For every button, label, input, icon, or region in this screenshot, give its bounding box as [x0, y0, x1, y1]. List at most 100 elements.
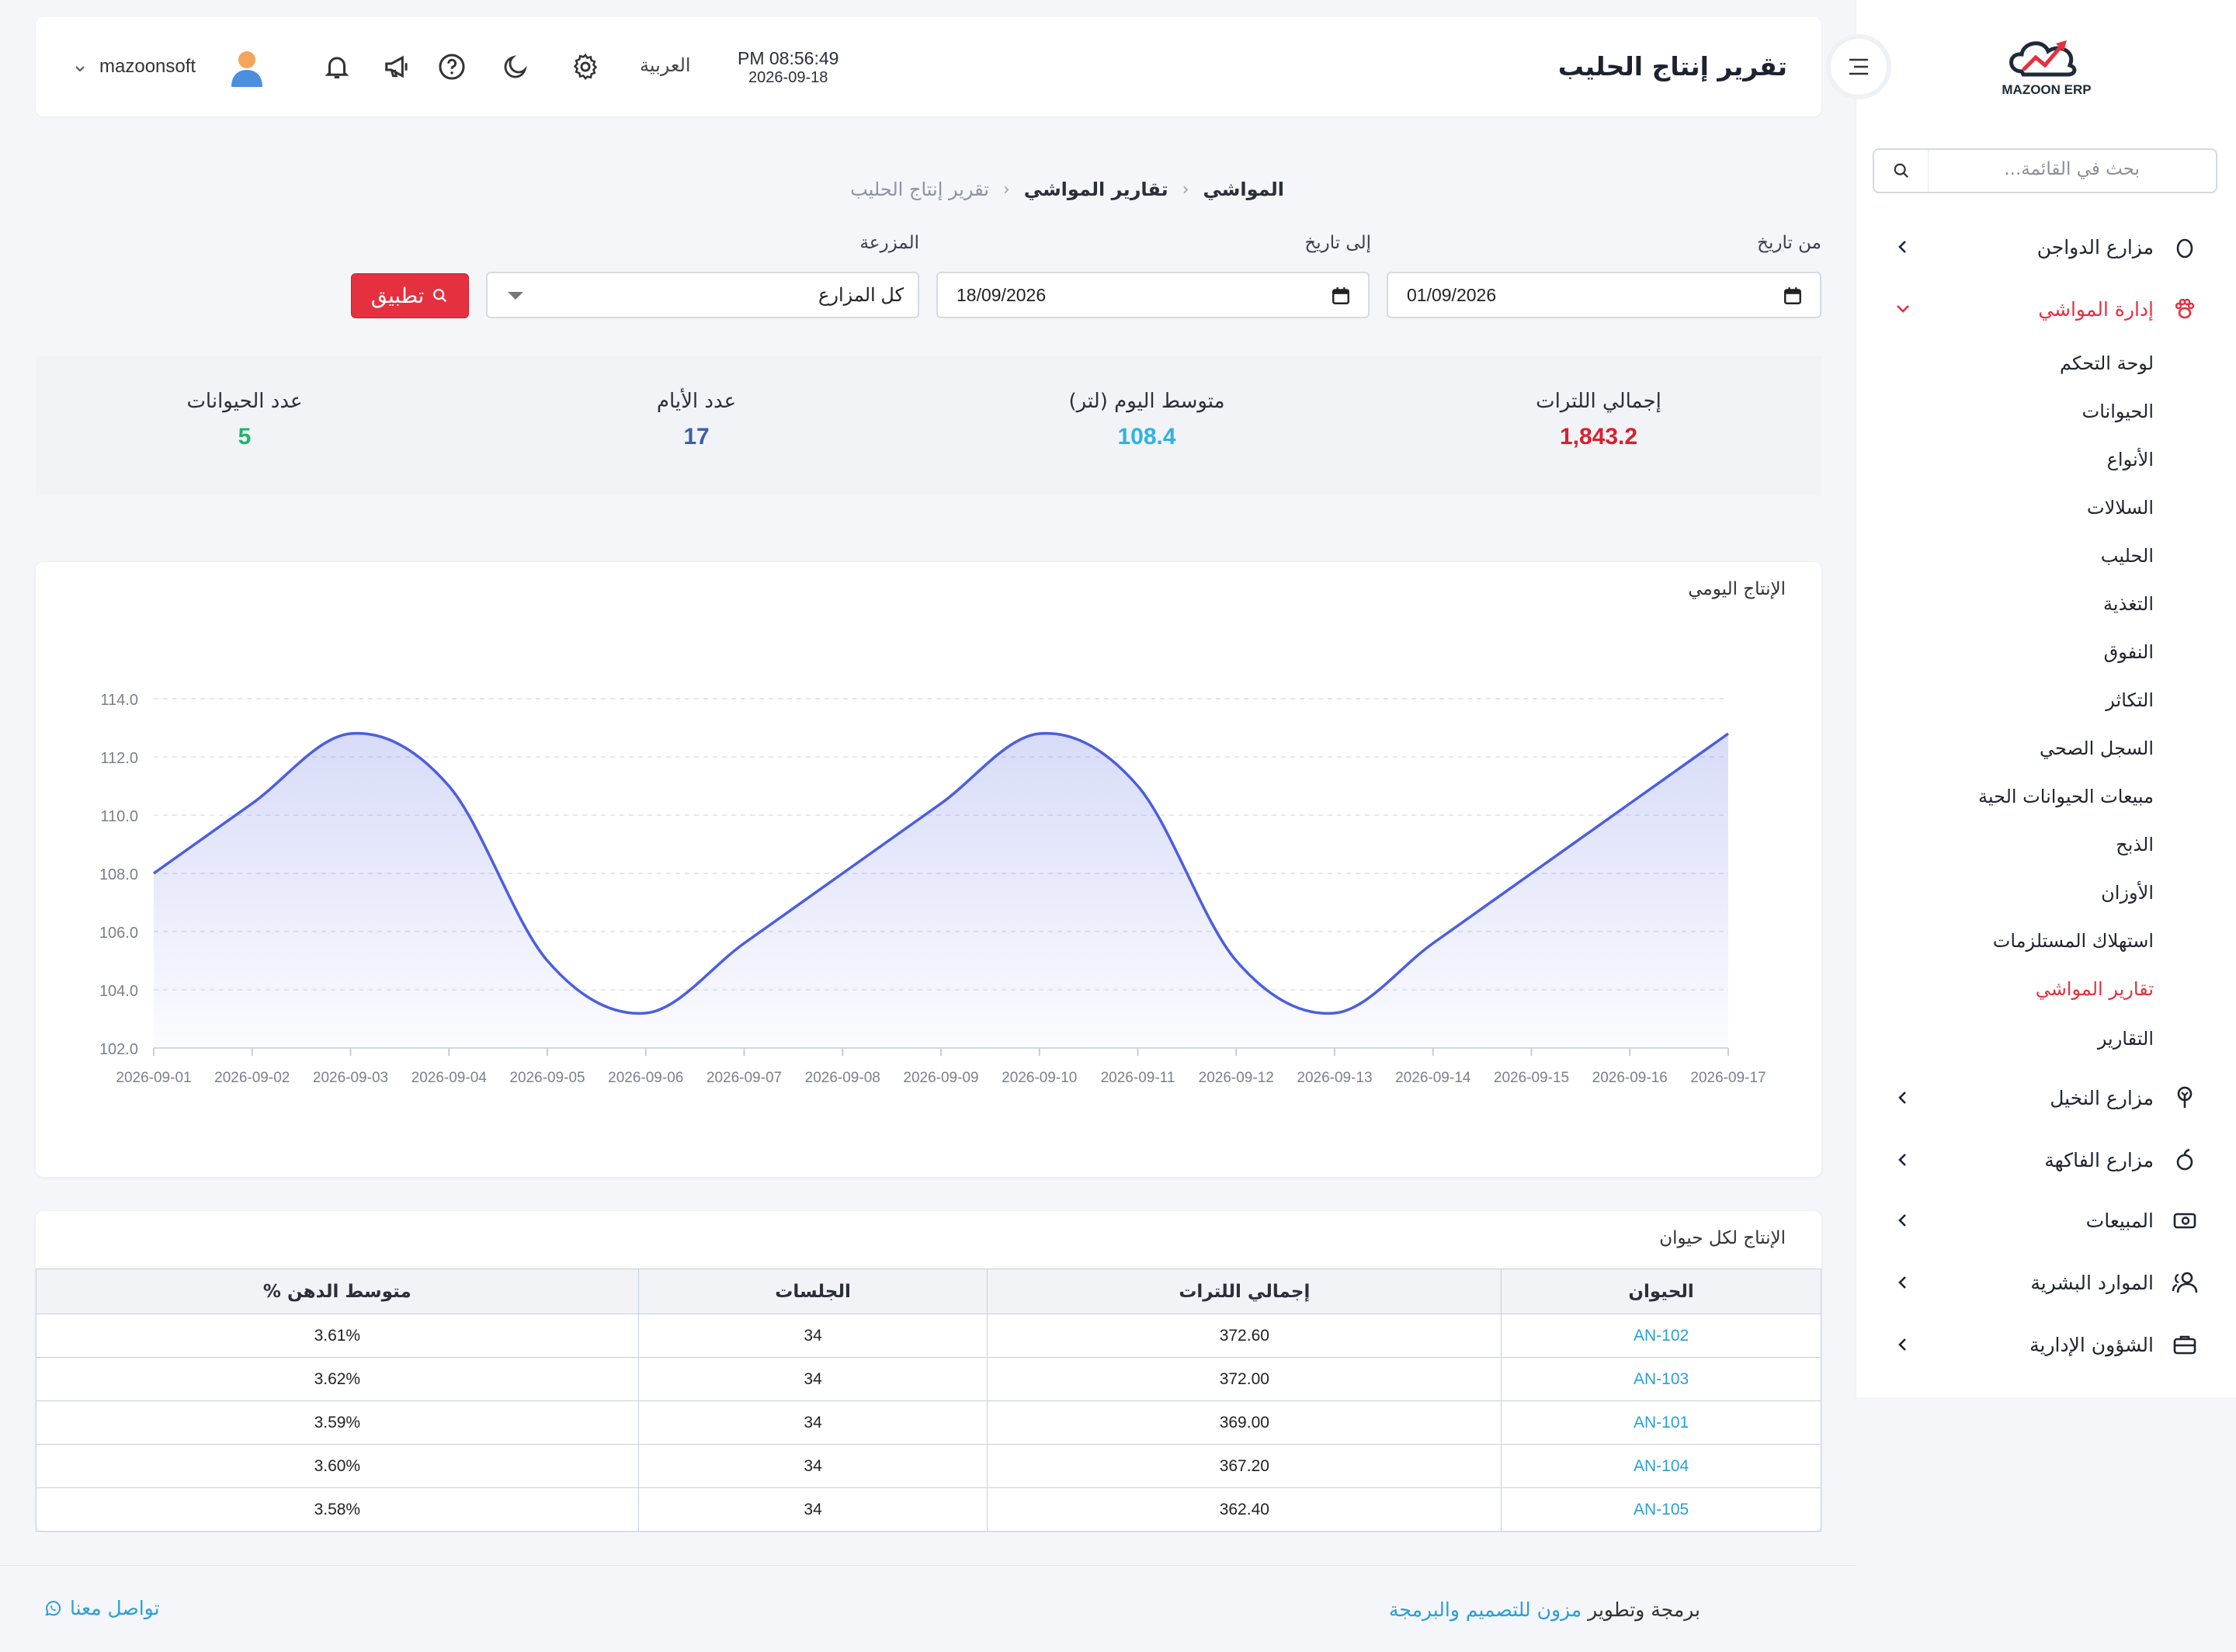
sidebar-sub-supplies[interactable]: استهلاك المستلزمات [1993, 930, 2154, 952]
data-point[interactable] [545, 959, 550, 963]
data-point[interactable] [1332, 1011, 1337, 1015]
animal-id-link[interactable]: AN-103 [1501, 1357, 1821, 1401]
avg-fat-cell: 3.60% [36, 1444, 639, 1488]
x-tick-label: 2026-09-17 [1690, 1070, 1766, 1086]
sidebar-sub-deaths[interactable]: النفوق [2104, 641, 2154, 663]
data-point[interactable] [1726, 731, 1731, 736]
search-icon[interactable] [1874, 150, 1929, 192]
gear-icon[interactable] [568, 50, 602, 84]
sidebar-sub-feeding[interactable]: التغذية [2103, 593, 2154, 615]
sidebar-item-poultry[interactable]: مزارع الدواجن [1856, 225, 2236, 269]
sidebar: MAZOON ERP بحث في القائمة... مزارع الدوا… [1856, 0, 2236, 1397]
clock-date: 2026-09-18 [748, 69, 828, 86]
total-liters-cell: 369.00 [987, 1400, 1502, 1445]
sidebar-sub-health[interactable]: السجل الصحي [2040, 738, 2154, 759]
company-link[interactable]: مزون للتصميم والبرمجة [1389, 1598, 1582, 1621]
col-animal[interactable]: الحيوان [1501, 1268, 1821, 1314]
col-total-liters[interactable]: إجمالي اللترات [987, 1268, 1502, 1314]
sidebar-sub-dashboard[interactable]: لوحة التحكم [2060, 352, 2154, 374]
data-point[interactable] [644, 1011, 648, 1015]
x-tick-label: 2026-09-15 [1494, 1070, 1569, 1086]
x-tick-label: 2026-09-16 [1592, 1070, 1668, 1086]
avatar[interactable] [228, 48, 266, 88]
sidebar-sub-breeding[interactable]: التكاثر [2106, 689, 2154, 711]
x-tick-label: 2026-09-14 [1395, 1070, 1471, 1086]
data-point[interactable] [939, 801, 943, 806]
breadcrumb-livestock[interactable]: المواشي [1203, 179, 1284, 200]
sidebar-item-fruit[interactable]: مزارع الفاكهة [1856, 1138, 2236, 1182]
y-tick-label: 112.0 [100, 750, 138, 767]
data-point[interactable] [742, 941, 747, 946]
sessions-cell: 34 [637, 1400, 988, 1445]
farm-select[interactable]: كل المزارع [486, 272, 919, 318]
username[interactable]: mazoonsoft [99, 56, 196, 78]
contact-link[interactable]: تواصل معنا [43, 1597, 160, 1619]
moon-icon[interactable] [498, 50, 533, 84]
logo[interactable]: MAZOON ERP [2000, 34, 2093, 104]
logo-text: MAZOON ERP [2002, 82, 2092, 97]
col-sessions[interactable]: الجلسات [637, 1268, 988, 1314]
sidebar-item-sales[interactable]: المبيعات [1856, 1199, 2236, 1242]
stat-days-count: عدد الأيام 17 [656, 390, 737, 449]
col-avg-fat[interactable]: متوسط الدهن % [36, 1268, 639, 1314]
chevron-down-icon[interactable] [75, 61, 85, 77]
sidebar-sub-milk[interactable]: الحليب [2101, 545, 2154, 567]
search-input[interactable]: بحث في القائمة... [1938, 159, 2140, 179]
apply-button[interactable]: تطبيق [351, 273, 469, 318]
data-point[interactable] [1431, 941, 1436, 946]
sidebar-toggle-button[interactable] [1826, 34, 1891, 99]
data-point[interactable] [1234, 959, 1238, 963]
sidebar-sub-breeds[interactable]: السلالات [2087, 497, 2154, 519]
y-tick-label: 108.0 [99, 866, 138, 883]
sidebar-sub-species[interactable]: الأنواع [2107, 449, 2154, 470]
breadcrumb-livestock-reports[interactable]: تقارير المواشي [1024, 179, 1168, 200]
daily-production-card: الإنتاج اليومي 102.0 104.0 106.0 108.0 110.0… [36, 562, 1821, 1177]
y-tick-label: 106.0 [99, 925, 138, 942]
total-liters-cell: 372.60 [987, 1314, 1502, 1358]
sidebar-item-admin[interactable]: الشؤون الإدارية [1856, 1323, 2236, 1366]
animal-id-link[interactable]: AN-104 [1501, 1444, 1821, 1488]
from-date-input[interactable]: 01/09/2026 [1387, 272, 1821, 318]
sidebar-sub-weights[interactable]: الأوزان [2101, 882, 2154, 904]
total-liters-cell: 362.40 [987, 1487, 1502, 1532]
animal-id-link[interactable]: AN-101 [1501, 1400, 1821, 1445]
language-switch[interactable]: العربية [640, 54, 691, 76]
help-icon[interactable] [435, 50, 469, 84]
calendar-icon[interactable] [1783, 286, 1803, 309]
sidebar-item-palm[interactable]: مزارع النخيل [1856, 1076, 2236, 1119]
sidebar-sub-reports[interactable]: التقارير [2098, 1028, 2154, 1050]
sidebar-search[interactable]: بحث في القائمة... [1873, 148, 2217, 193]
data-point[interactable] [151, 871, 156, 876]
sidebar-item-livestock[interactable]: إدارة المواشي [1856, 287, 2236, 331]
sidebar-sub-slaughter[interactable]: الذبح [2116, 834, 2154, 856]
to-date-input[interactable]: 18/09/2026 [936, 272, 1370, 318]
search-icon [433, 289, 447, 303]
table-row: AN-104 367.20 34 3.60% [36, 1444, 1821, 1488]
data-point[interactable] [1136, 784, 1141, 789]
sidebar-sub-live-sales[interactable]: مبيعات الحيوانات الحية [1978, 786, 2154, 807]
data-point[interactable] [349, 731, 353, 736]
palm-icon [2171, 1084, 2199, 1112]
animal-id-link[interactable]: AN-105 [1501, 1487, 1821, 1532]
animal-id-link[interactable]: AN-102 [1501, 1314, 1821, 1358]
data-point[interactable] [1529, 871, 1534, 876]
calendar-icon[interactable] [1331, 286, 1351, 309]
sidebar-sub-livestock-reports[interactable]: تقارير المواشي [2036, 978, 2154, 1000]
data-point[interactable] [840, 871, 845, 876]
data-point[interactable] [446, 784, 451, 789]
bell-icon[interactable] [320, 50, 354, 84]
chevron-left-icon [1891, 1086, 1915, 1109]
x-tick-label: 2026-09-13 [1297, 1070, 1372, 1086]
sidebar-sub-animals[interactable]: الحيوانات [2082, 401, 2154, 422]
megaphone-icon[interactable] [380, 50, 415, 84]
chevron-left-icon [1891, 1209, 1915, 1232]
data-point[interactable] [1627, 801, 1632, 806]
whatsapp-icon [45, 1600, 61, 1616]
per-animal-table: الحيوان إجمالي اللترات الجلسات متوسط الد… [36, 1268, 1821, 1532]
farm-label: المزرعة [859, 233, 919, 253]
from-date-label: من تاريخ [1757, 233, 1821, 253]
x-tick-label: 2026-09-01 [116, 1070, 191, 1086]
data-point[interactable] [250, 801, 255, 806]
sidebar-item-hr[interactable]: الموارد البشرية [1856, 1261, 2236, 1304]
data-point[interactable] [1037, 731, 1042, 736]
